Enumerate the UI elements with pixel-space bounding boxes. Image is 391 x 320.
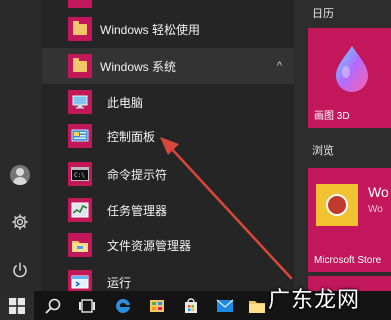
windows-start-icon xyxy=(9,297,25,314)
svg-text:C:\: C:\ xyxy=(74,172,85,179)
app-label: 运行 xyxy=(107,275,132,290)
app-label: 任务管理器 xyxy=(107,203,168,218)
live-tiles-area: 日历 画图 3D 浏览 Wo Wo Microsoft Store xyxy=(294,0,391,291)
task-view-button[interactable] xyxy=(70,291,104,320)
control-panel-icon xyxy=(68,124,92,148)
store-tile-subtitle: Wo xyxy=(368,204,383,215)
start-menu-rail xyxy=(0,0,42,291)
store-tile-title: Wo xyxy=(368,184,389,200)
paint3d-tile[interactable]: 画图 3D xyxy=(308,28,391,128)
app-label: 命令提示符 xyxy=(107,167,168,182)
tile-group-calendar-label: 日历 xyxy=(312,8,334,20)
mail-icon xyxy=(216,299,234,312)
file-explorer-icon xyxy=(68,233,92,257)
app-this-pc[interactable]: 此电脑 xyxy=(42,84,294,120)
search-button[interactable] xyxy=(36,291,70,320)
app-control-panel[interactable]: 控制面板 xyxy=(42,118,294,154)
microsoft-store-tile[interactable]: Wo Wo Microsoft Store xyxy=(308,168,391,272)
store-icon xyxy=(150,299,164,312)
explorer-icon xyxy=(249,300,265,313)
folder-icon xyxy=(73,20,87,35)
paint3d-label: 画图 3D xyxy=(314,111,350,122)
task-manager-icon xyxy=(68,198,92,222)
power-icon xyxy=(13,262,27,278)
store-bag-icon xyxy=(185,297,197,313)
user-account-button[interactable] xyxy=(6,161,34,189)
app-label: 控制面板 xyxy=(107,129,156,144)
app-label: 此电脑 xyxy=(107,95,144,110)
folder-tile xyxy=(68,54,92,78)
app-file-explorer[interactable]: 文件资源管理器 xyxy=(42,227,294,263)
task-view-icon xyxy=(79,298,95,313)
gear-icon xyxy=(12,214,28,230)
pinned-app-button[interactable] xyxy=(140,291,174,320)
search-icon xyxy=(45,298,61,313)
tile-group-browse-label: 浏览 xyxy=(312,145,334,157)
settings-button[interactable] xyxy=(6,208,34,236)
folder-label: Windows 系统 xyxy=(100,59,177,74)
user-avatar-icon xyxy=(10,165,30,185)
edge-icon xyxy=(116,298,130,313)
start-button[interactable] xyxy=(0,291,34,320)
app-list: Windows 轻松使用 Windows 系统 ^ 此电脑 控制面板 C:\ 命… xyxy=(42,0,294,294)
store-tile-label: Microsoft Store xyxy=(314,255,382,266)
command-prompt-icon: C:\ xyxy=(68,162,92,186)
folder-tile xyxy=(68,17,92,41)
app-task-manager[interactable]: 任务管理器 xyxy=(42,192,294,228)
this-pc-icon xyxy=(68,90,92,114)
folder-windows-ease-of-access[interactable]: Windows 轻松使用 xyxy=(42,11,294,47)
edge-button[interactable] xyxy=(106,291,140,320)
store-badge-icon xyxy=(326,194,348,216)
mail-button[interactable] xyxy=(208,291,242,320)
app-command-prompt[interactable]: C:\ 命令提示符 xyxy=(42,156,294,192)
folder-windows-system[interactable]: Windows 系统 ^ xyxy=(42,48,294,84)
power-button[interactable] xyxy=(6,256,34,284)
folder-tile-fragment xyxy=(68,0,92,8)
paint3d-icon xyxy=(336,46,368,92)
app-label: 文件资源管理器 xyxy=(107,238,192,253)
store-bag-button[interactable] xyxy=(174,291,208,320)
watermark: 广东龙网 xyxy=(268,287,361,312)
folder-label: Windows 轻松使用 xyxy=(100,22,201,37)
folder-icon xyxy=(73,57,87,72)
chevron-up-icon: ^ xyxy=(276,60,282,72)
store-app-icon xyxy=(316,184,358,226)
start-menu-screen: Windows 轻松使用 Windows 系统 ^ 此电脑 控制面板 C:\ 命… xyxy=(0,0,391,320)
